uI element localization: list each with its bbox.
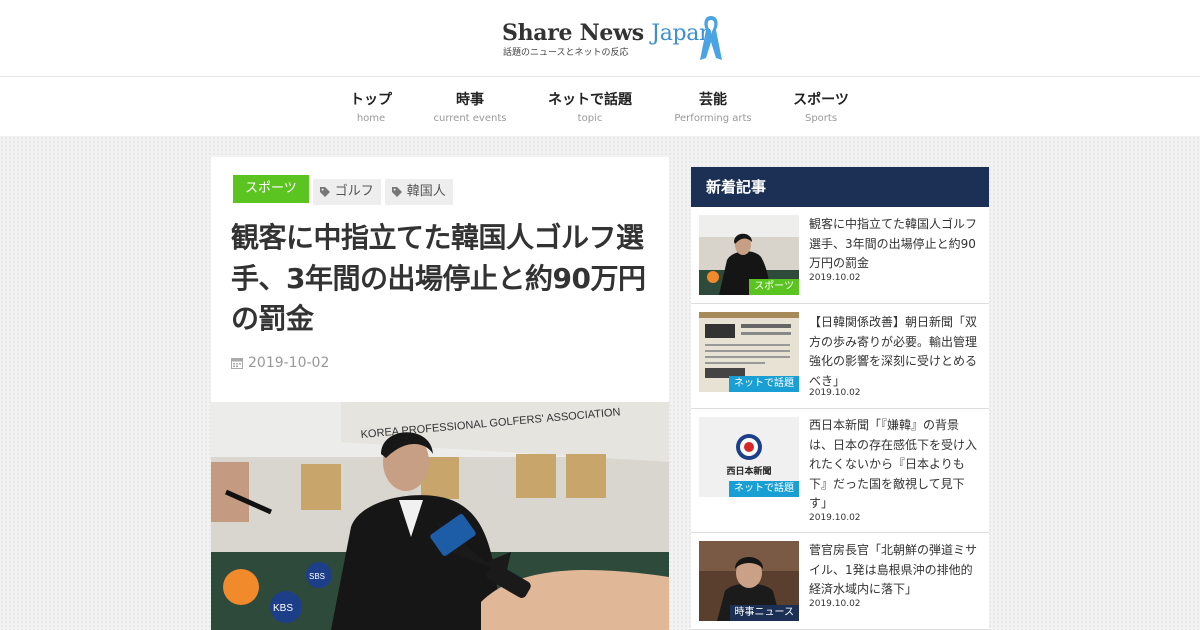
nav-label: ネットで話題 xyxy=(548,92,632,108)
article-thumbnail: スポーツ xyxy=(699,215,799,295)
nav-item-sports[interactable]: スポーツ Sports xyxy=(788,89,854,124)
article-tags: スポーツ ゴルフ 韓国人 xyxy=(233,175,453,205)
category-badge: 時事ニュース xyxy=(729,605,799,621)
site-logo[interactable]: Share News Japan 話題のニュースとネットの反応 xyxy=(502,14,726,64)
sidebar-new-articles: 新着記事 スポーツ 観客に中指立てた韓国人ゴルフ選手、3年間の出場停止と約90万… xyxy=(691,167,989,630)
logo-main-text: Share News xyxy=(502,20,644,46)
mic-label: SBS xyxy=(309,572,325,581)
nav-label: 芸能 xyxy=(699,92,727,108)
sidebar-article-item[interactable]: ネットで話題 【日韓関係改善】朝日新聞「双方の歩み寄りが必要。輸出管理強化の影響… xyxy=(691,304,989,409)
sidebar-article-item[interactable]: スポーツ 観客に中指立てた韓国人ゴルフ選手、3年間の出場停止と約90万円の罰金 … xyxy=(691,207,989,304)
sidebar-article-date: 2019.10.02 xyxy=(809,513,861,523)
nav-sublabel: current events xyxy=(433,113,507,124)
tag-korean[interactable]: 韓国人 xyxy=(384,179,453,205)
sidebar-article-title: 西日本新聞「『嫌韓』の背景は、日本の存在感低下を受け入れたくないから『日本よりも… xyxy=(809,418,978,510)
tag-icon xyxy=(319,187,330,197)
sidebar-article-item[interactable]: 西日本新聞 ネットで話題 西日本新聞「『嫌韓』の背景は、日本の存在感低下を受け入… xyxy=(691,409,989,533)
sidebar-article-date: 2019.10.02 xyxy=(809,388,861,398)
article-thumbnail: ネットで話題 xyxy=(699,312,799,392)
category-badge: スポーツ xyxy=(749,279,799,295)
nav-label: 時事 xyxy=(456,92,484,108)
sidebar-article-title: 菅官房長官「北朝鮮の弾道ミサイル、1発は島根県沖の排他的経済水域内に落下」 xyxy=(809,543,978,596)
article-date: 2019-10-02 xyxy=(231,355,329,371)
nav-sublabel: home xyxy=(356,113,386,124)
tag-label: 韓国人 xyxy=(406,184,446,199)
awareness-ribbon-icon xyxy=(700,16,722,60)
category-badge: ネットで話題 xyxy=(729,376,799,392)
nav-label: トップ xyxy=(350,92,392,108)
nav-item-topic[interactable]: ネットで話題 topic xyxy=(545,89,635,124)
nav-sublabel: Performing arts xyxy=(674,113,752,124)
article-thumbnail: 時事ニュース xyxy=(699,541,799,621)
sidebar-article-title: 観客に中指立てた韓国人ゴルフ選手、3年間の出場停止と約90万円の罰金 xyxy=(809,217,978,270)
hero-image: KOREA PROFESSIONAL GOLFERS' ASSOCIATION … xyxy=(211,402,669,630)
global-nav: トップ home 時事 current events ネットで話題 topic … xyxy=(0,76,1200,136)
sidebar-article-item[interactable]: 時事ニュース 菅官房長官「北朝鮮の弾道ミサイル、1発は島根県沖の排他的経済水域内… xyxy=(691,533,989,630)
site-header: Share News Japan 話題のニュースとネットの反応 xyxy=(0,0,1200,76)
sidebar-article-date: 2019.10.02 xyxy=(809,599,861,609)
nav-item-top[interactable]: トップ home xyxy=(347,89,395,124)
tag-golf[interactable]: ゴルフ xyxy=(312,179,381,205)
tag-label: ゴルフ xyxy=(334,184,374,199)
logo-tagline: 話題のニュースとネットの反応 xyxy=(503,48,629,58)
nav-sublabel: topic xyxy=(577,113,603,124)
nav-label: スポーツ xyxy=(793,92,849,108)
article-thumbnail: 西日本新聞 ネットで話題 xyxy=(699,417,799,497)
logo-text: Share News Japan xyxy=(502,20,713,46)
nav-item-current-events[interactable]: 時事 current events xyxy=(430,89,510,124)
calendar-icon xyxy=(231,358,243,369)
tag-icon xyxy=(391,187,402,197)
category-badge: ネットで話題 xyxy=(729,481,799,497)
nav-item-performing-arts[interactable]: 芸能 Performing arts xyxy=(668,89,758,124)
mic-label: KBS xyxy=(273,603,293,614)
article-date-text: 2019-10-02 xyxy=(248,355,330,371)
article-card: スポーツ ゴルフ 韓国人 観客に中指立てた韓国人ゴルフ選手、3年間の出場停止と約… xyxy=(211,157,669,630)
nav-sublabel: Sports xyxy=(804,113,838,124)
sidebar-heading: 新着記事 xyxy=(691,167,989,207)
category-tag[interactable]: スポーツ xyxy=(233,175,309,203)
sidebar-article-title: 【日韓関係改善】朝日新聞「双方の歩み寄りが必要。輸出管理強化の影響を深刻に受けと… xyxy=(809,315,978,388)
sidebar-article-date: 2019.10.02 xyxy=(809,273,861,283)
article-title: 観客に中指立てた韓国人ゴルフ選手、3年間の出場停止と約90万円の罰金 xyxy=(231,221,646,336)
thumb-logo-text: 西日本新聞 xyxy=(726,465,771,477)
